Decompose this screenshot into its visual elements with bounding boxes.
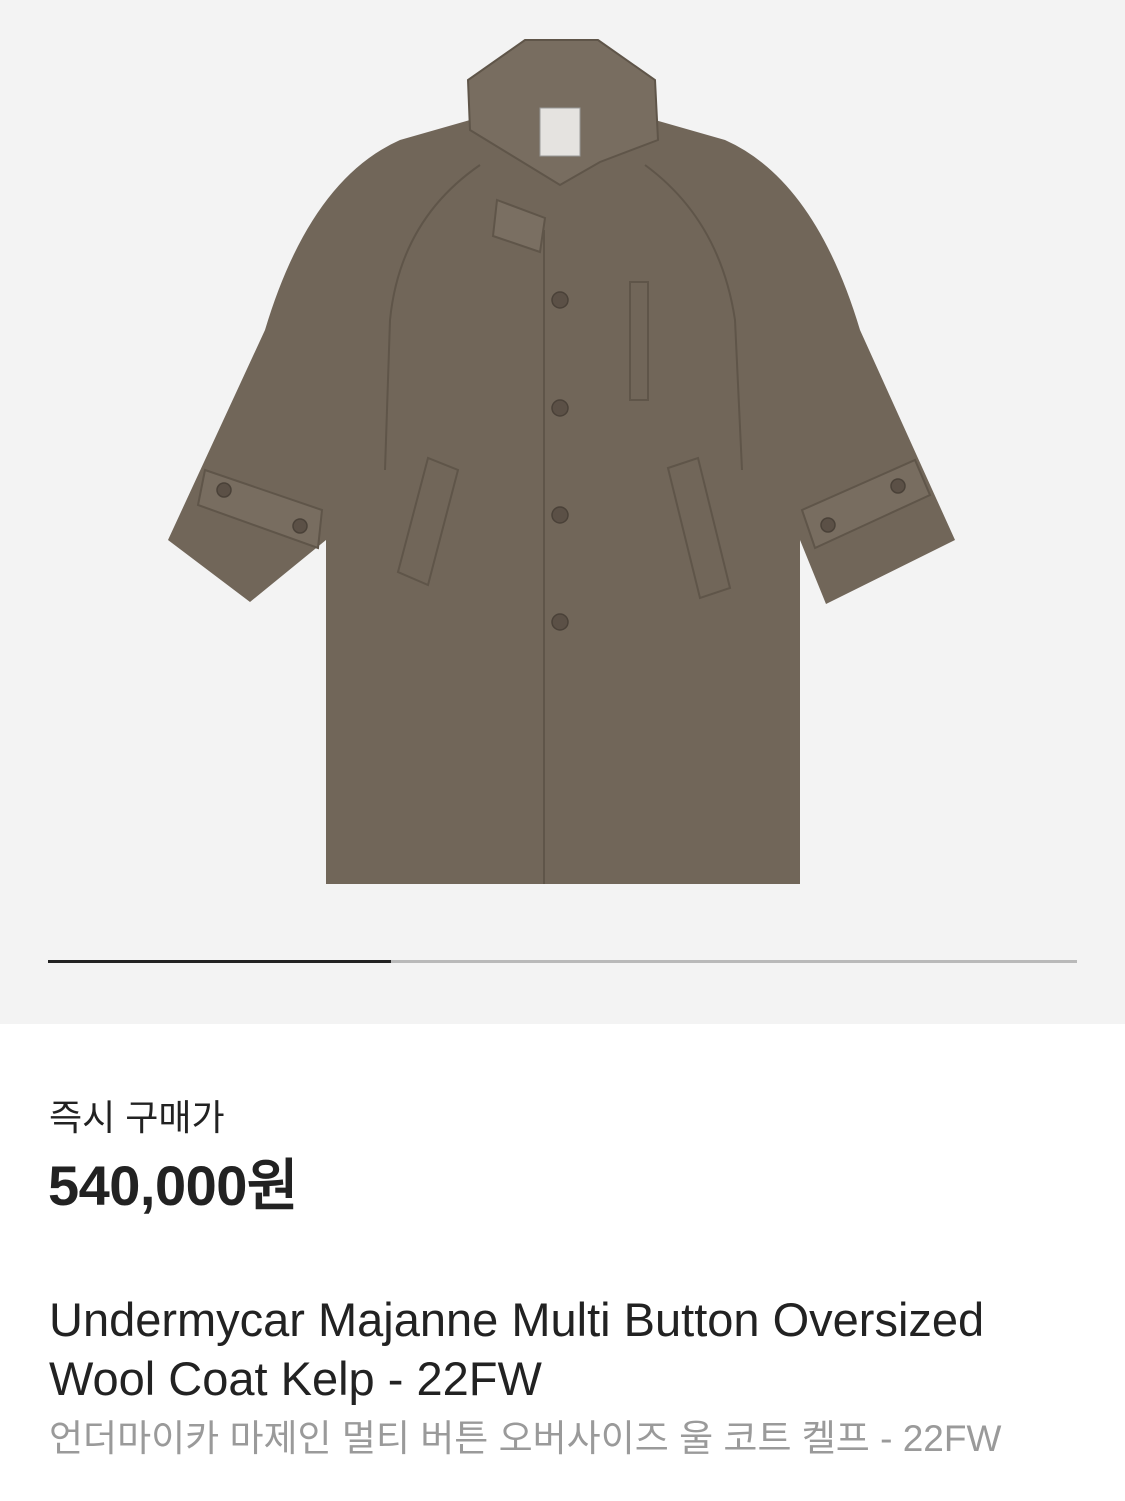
- instant-buy-price-label: 즉시 구매가: [49, 1097, 225, 1138]
- image-carousel-progress-fill: [48, 960, 391, 963]
- button: [551, 506, 569, 524]
- product-image[interactable]: [150, 30, 975, 900]
- product-title-korean: 언더마이카 마제인 멀티 버튼 오버사이즈 울 코트 켈프 - 22FW: [49, 1418, 1002, 1459]
- button: [551, 291, 569, 309]
- product-title-english: Undermycar Majanne Multi Button Oversize…: [49, 1290, 1099, 1408]
- product-title-english-line1: Undermycar Majanne Multi Button Oversize…: [49, 1293, 985, 1346]
- product-title-english-line2: Wool Coat Kelp - 22FW: [49, 1352, 542, 1405]
- product-detail-page: 즉시 구매가 540,000원 Undermycar Majanne Multi…: [0, 0, 1125, 1501]
- button: [551, 399, 569, 417]
- button: [551, 613, 569, 631]
- inner-label: [539, 107, 581, 157]
- image-carousel-progress: [48, 960, 1077, 963]
- instant-buy-price: 540,000원: [48, 1154, 298, 1217]
- product-image-gallery[interactable]: [0, 0, 1125, 1024]
